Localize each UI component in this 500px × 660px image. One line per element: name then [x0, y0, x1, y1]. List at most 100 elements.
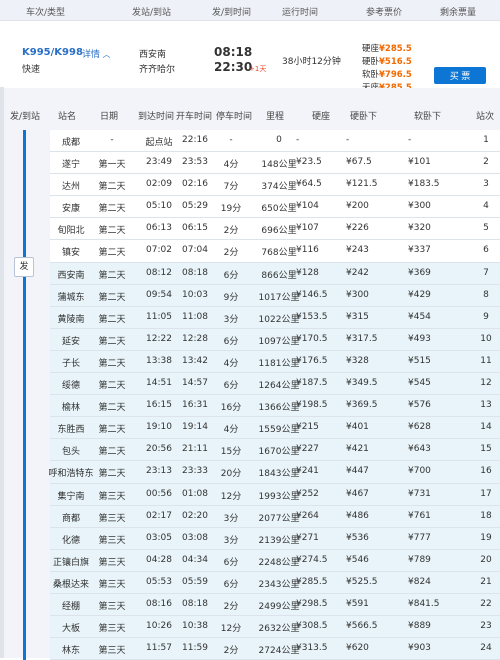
table-row: 榆林 第二天 16:15 16:31 16分 1366公里 ¥198.5 ¥369.5 ¥576…	[50, 395, 500, 418]
arrive-cell: 02:09	[146, 179, 172, 190]
hard-seat-cell: ¥116	[296, 245, 319, 256]
buy-ticket-button[interactable]: 买 票	[434, 67, 486, 84]
seq-cell: 13	[480, 400, 492, 411]
station-name: 东胜西	[57, 425, 85, 436]
hard-seat-cell: ¥170.5	[296, 333, 328, 344]
stop-cell: 6分	[223, 336, 239, 347]
stop-cell: 2分	[223, 248, 239, 259]
arrive-cell: 11:05	[146, 311, 172, 322]
hard-seat-cell: ¥153.5	[296, 311, 328, 322]
table-row: 延安 第二天 12:22 12:28 6分 1097公里 ¥170.5 ¥317.5 ¥493 1…	[50, 328, 500, 351]
plus-day-badge: +1天	[249, 65, 267, 73]
hard-sleeper-cell: ¥300	[346, 289, 369, 300]
station-name: 大板	[61, 624, 80, 635]
arrive-cell: 03:05	[146, 532, 172, 543]
table-row: 绥德 第二天 14:51 14:57 6分 1264公里 ¥187.5 ¥349.5 ¥545 1…	[50, 373, 500, 396]
depart-cell: 23:53	[182, 157, 208, 168]
hard-sleeper-cell: ¥67.5	[346, 157, 372, 168]
soft-sleeper-cell: ¥628	[408, 422, 431, 433]
hard-sleeper-cell: ¥369.5	[346, 400, 378, 411]
soft-sleeper-cell: ¥515	[408, 355, 431, 366]
day-cell: 第二天	[98, 292, 126, 303]
stop-cell: 6分	[223, 381, 239, 392]
seq-cell: 16	[480, 466, 492, 477]
train-type: 快速	[22, 65, 41, 75]
arrive-cell: 00:56	[146, 488, 172, 499]
stop-cell: -	[229, 135, 233, 145]
train-detail-toggle[interactable]: 详情 ︿	[82, 47, 111, 60]
hard-sleeper-cell: ¥421	[346, 444, 369, 455]
arrive-cell: 14:51	[146, 378, 172, 389]
hard-sleeper-cell: ¥349.5	[346, 378, 378, 389]
header-duration: 运行时间	[282, 8, 319, 18]
hard-seat-cell: ¥104	[296, 201, 319, 212]
station-name: 桑根达来	[52, 579, 89, 590]
station-name: 子长	[61, 358, 80, 369]
table-row: 东胜西 第二天 19:10 19:14 4分 1559公里 ¥215 ¥401 ¥628 14	[50, 417, 500, 440]
seq-cell: 8	[483, 289, 489, 300]
arrive-cell: 23:49	[146, 157, 172, 168]
table-row: 集宁南 第三天 00:56 01:08 12分 1993公里 ¥252 ¥467 ¥731 17	[50, 483, 500, 506]
hard-sleeper-cell: ¥486	[346, 510, 369, 521]
station-name: 集宁南	[57, 491, 85, 502]
soft-sleeper-cell: ¥777	[408, 532, 431, 543]
price-item: 硬卧¥516.5	[362, 57, 412, 67]
station-name: 遂宁	[61, 160, 80, 171]
table-row: 大板 第三天 10:26 10:38 12分 2632公里 ¥308.5 ¥566.5 ¥889…	[50, 616, 500, 639]
soft-sleeper-cell: ¥183.5	[408, 179, 440, 190]
station-name: 商都	[61, 513, 80, 524]
header-remain: 剩余票量	[440, 8, 477, 18]
soft-sleeper-cell: ¥789	[408, 554, 431, 565]
table-row: 化德 第三天 03:05 03:08 3分 2139公里 ¥271 ¥536 ¥777 19	[50, 527, 500, 550]
depart-cell: 21:11	[182, 444, 208, 455]
soft-sleeper-cell: ¥731	[408, 488, 431, 499]
results-header: 车次/类型 发站/到站 发/到时间 运行时间 参考票价 剩余票量	[0, 0, 500, 21]
depart-cell: 12:28	[182, 333, 208, 344]
table-row: 蒲城东 第二天 09:54 10:03 9分 1017公里 ¥146.5 ¥300 ¥429 8	[50, 284, 500, 307]
arrive-cell: 13:38	[146, 355, 172, 366]
soft-sleeper-cell: ¥700	[408, 466, 431, 477]
seq-cell: 1	[483, 135, 489, 145]
depart-cell: 22:16	[182, 135, 208, 145]
arrive-cell: 20:56	[146, 444, 172, 455]
day-cell: 第三天	[98, 624, 126, 635]
station-name: 榆林	[61, 403, 80, 414]
soft-sleeper-cell: ¥454	[408, 311, 431, 322]
hard-seat-cell: ¥176.5	[296, 355, 328, 366]
seq-cell: 12	[480, 378, 492, 389]
arrive-cell: 12:22	[146, 333, 172, 344]
stop-cell: 19分	[220, 204, 242, 215]
seq-cell: 9	[483, 311, 489, 322]
day-cell: 第三天	[98, 579, 126, 590]
station-name: 成都	[61, 138, 80, 148]
station-name: 安康	[61, 204, 80, 215]
table-row: 包头 第二天 20:56 21:11 15分 1670公里 ¥227 ¥421 ¥643 15	[50, 439, 500, 462]
seq-cell: 2	[483, 157, 489, 168]
hard-seat-cell: -	[296, 135, 300, 145]
soft-sleeper-cell: ¥824	[408, 576, 431, 587]
depart-cell: 05:59	[182, 576, 208, 587]
hard-sleeper-cell: ¥620	[346, 643, 369, 654]
seq-cell: 17	[480, 488, 492, 499]
soft-sleeper-cell: ¥761	[408, 510, 431, 521]
arrive-cell: 07:02	[146, 245, 172, 256]
stop-cell: 6分	[223, 579, 239, 590]
arrive-cell: 23:13	[146, 466, 172, 477]
arrive-cell: 19:10	[146, 422, 172, 433]
th-hard-sleeper: 硬卧下	[350, 112, 378, 122]
station-name: 达州	[61, 182, 80, 193]
seq-cell: 22	[480, 598, 492, 609]
hard-sleeper-cell: ¥525.5	[346, 576, 378, 587]
hard-seat-cell: ¥241	[296, 466, 319, 477]
hard-seat-cell: ¥298.5	[296, 598, 328, 609]
day-cell: 第三天	[98, 646, 126, 657]
depart-tag: 发	[14, 257, 34, 277]
stop-cell: 12分	[220, 491, 242, 502]
train-number[interactable]: K995/K998	[22, 47, 83, 58]
day-cell: 第三天	[98, 557, 126, 568]
stop-cell: 9分	[223, 292, 239, 303]
station-name: 绥德	[61, 381, 80, 392]
arrive-cell: 05:10	[146, 201, 172, 212]
stop-cell: 2分	[223, 226, 239, 237]
table-row: 呼和浩特东 第二天 23:13 23:33 20分 1843公里 ¥241 ¥447 ¥700 1…	[48, 461, 500, 484]
